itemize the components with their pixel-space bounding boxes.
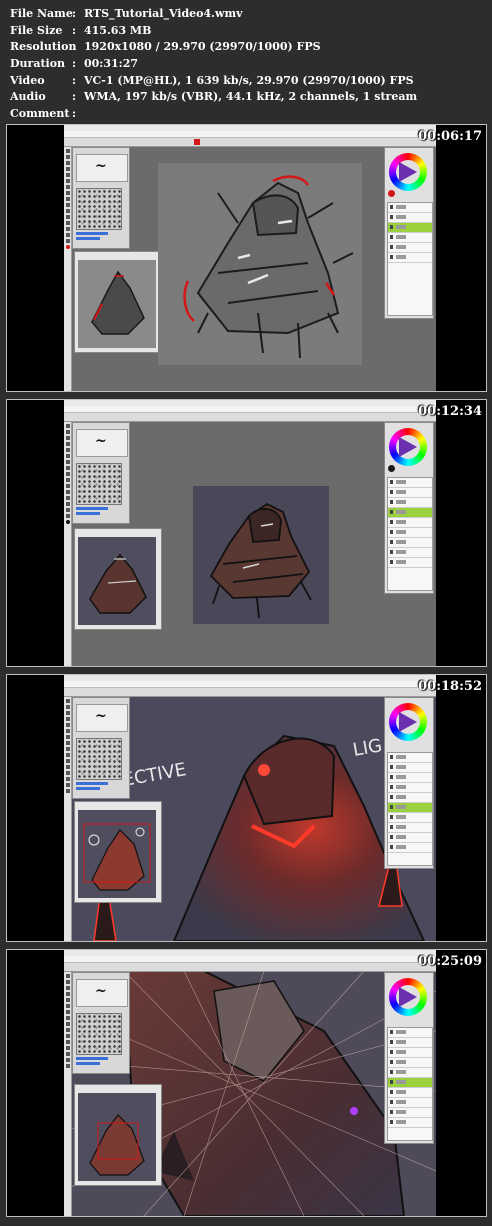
painter-app-screenshot: ~ [64, 950, 436, 1216]
color-and-layers-panel [384, 422, 434, 594]
info-value: WMA, 197 kb/s (VBR), 44.1 kHz, 2 channel… [84, 90, 418, 104]
frame-timestamp: 00:12:34 [418, 404, 482, 419]
brush-icon: ~ [76, 704, 128, 732]
color-swatch [388, 465, 395, 472]
frame-timestamp: 00:25:09 [418, 954, 482, 969]
color-swatch [388, 190, 395, 197]
menu-bar [64, 406, 436, 419]
brush-panel: ~ [72, 697, 130, 799]
info-key: Duration [10, 57, 66, 71]
info-row-duration: Duration:00:31:27 [10, 56, 417, 73]
color-triangle [399, 162, 417, 182]
info-colon: : [72, 23, 77, 37]
navigator-panel [74, 251, 162, 353]
info-row-video: Video: VC-1 (MP@HL), 1 639 kb/s, 29.970 (… [10, 73, 417, 90]
canvas-painting [193, 486, 329, 624]
brush-icon: ~ [76, 154, 128, 182]
paper-texture [76, 1013, 122, 1055]
brush-panel: ~ [72, 147, 130, 249]
property-bar [64, 688, 436, 697]
video-frame-1[interactable]: ~ 00:06:17 [6, 124, 487, 392]
info-value: 00:31:27 [84, 57, 139, 71]
brush-panel: ~ [72, 422, 130, 524]
video-frame-3[interactable]: ECTIVE LIG ~ 00:18:52 [6, 674, 487, 942]
info-key: File Size [10, 23, 63, 37]
paper-texture [76, 188, 122, 230]
info-row-resolution: Resolution: 1920x1080 / 29.970 (29970/100… [10, 39, 417, 56]
layers-list [387, 752, 433, 866]
info-row-audio: Audio: WMA, 197 kb/s (VBR), 44.1 kHz, 2 c… [10, 89, 417, 106]
info-row-file-size: File Size:415.63 MB [10, 23, 417, 40]
info-colon: : [72, 107, 77, 121]
file-info: File Name: RTS_Tutorial_Video4.wmv File S… [10, 6, 417, 123]
layers-list [387, 1027, 433, 1141]
info-colon: : [72, 40, 77, 54]
navigator-thumbnail [78, 810, 156, 898]
brush-sliders [76, 1057, 126, 1071]
brush-sliders [76, 507, 126, 521]
layers-list [387, 202, 433, 316]
info-key: Comment [10, 107, 70, 121]
video-frame-2[interactable]: ~ 00:12:34 [6, 399, 487, 667]
property-bar [64, 963, 436, 972]
info-key: Resolution [10, 40, 77, 54]
video-frame-4[interactable]: ~ 00:25:09 [6, 949, 487, 1217]
toolbox [64, 147, 72, 391]
brush-sliders [76, 782, 126, 796]
painter-app-screenshot: ECTIVE LIG ~ [64, 675, 436, 941]
brush-panel: ~ [72, 972, 130, 1074]
info-row-comment: Comment: [10, 106, 417, 123]
menu-bar [64, 131, 436, 144]
menu-bar [64, 681, 436, 694]
info-value: 415.63 MB [84, 23, 152, 37]
frame-timestamp: 00:18:52 [418, 679, 482, 694]
paper-texture [76, 738, 122, 780]
navigator-panel [74, 801, 162, 903]
toolbox [64, 972, 72, 1216]
layers-list [387, 477, 433, 591]
toolbox [64, 697, 72, 941]
brush-sliders [76, 232, 126, 246]
info-colon: : [72, 73, 77, 87]
navigator-thumbnail [78, 260, 156, 348]
brush-icon: ~ [76, 979, 128, 1007]
navigator-thumbnail [78, 1093, 156, 1181]
info-value: VC-1 (MP@HL), 1 639 kb/s, 29.970 (29970/… [84, 73, 414, 87]
navigator-panel [74, 528, 162, 630]
color-triangle [399, 437, 417, 457]
navigator-thumbnail [78, 537, 156, 625]
color-and-layers-panel [384, 147, 434, 319]
info-key: Video [10, 73, 45, 87]
painter-app-screenshot: ~ [64, 125, 436, 391]
info-key: Audio [10, 90, 46, 104]
color-triangle [399, 987, 417, 1007]
info-colon: : [72, 90, 77, 104]
property-bar [64, 138, 436, 147]
paper-texture [76, 463, 122, 505]
frame-timestamp: 00:06:17 [418, 129, 482, 144]
info-colon: : [72, 7, 77, 20]
info-key: File Name [10, 7, 73, 20]
navigator-panel [74, 1084, 162, 1186]
painter-app-screenshot: ~ [64, 400, 436, 666]
toolbox [64, 422, 72, 666]
brush-icon: ~ [76, 429, 128, 457]
info-value: 1920x1080 / 29.970 (29970/1000) FPS [84, 40, 321, 54]
info-row-file-name: File Name: RTS_Tutorial_Video4.wmv [10, 6, 417, 23]
property-bar [64, 413, 436, 422]
menu-bar [64, 956, 436, 969]
color-triangle [399, 712, 417, 732]
info-value: RTS_Tutorial_Video4.wmv [84, 7, 243, 20]
info-colon: : [72, 57, 77, 71]
color-and-layers-panel [384, 697, 434, 869]
color-and-layers-panel [384, 972, 434, 1144]
canvas-sketch [158, 163, 362, 365]
